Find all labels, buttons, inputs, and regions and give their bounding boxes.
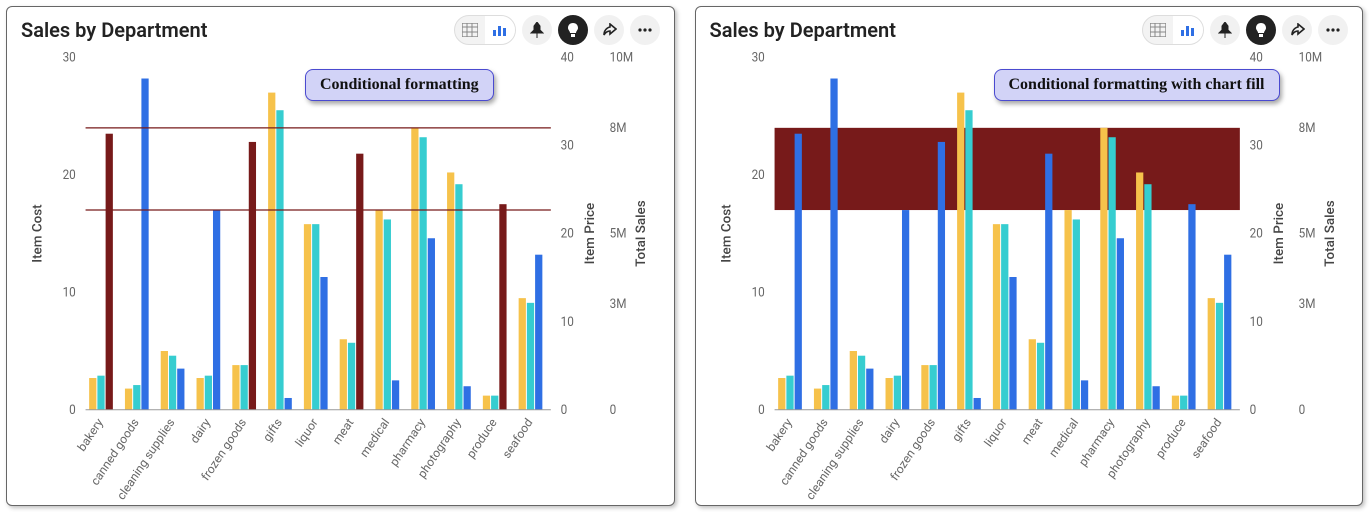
lightbulb-icon — [1255, 22, 1267, 38]
more-icon — [637, 27, 653, 33]
chart-panel-left: Sales by Department — [6, 6, 675, 506]
panel-toolbar — [1142, 15, 1348, 45]
more-button[interactable] — [1318, 15, 1348, 45]
svg-text:seafood: seafood — [1188, 416, 1224, 461]
callout-label: Conditional formatting with chart fill — [994, 69, 1280, 101]
table-icon — [462, 23, 478, 37]
svg-text:gifts: gifts — [260, 416, 285, 445]
pin-button[interactable] — [522, 15, 552, 45]
svg-text:10M: 10M — [1298, 50, 1321, 64]
pin-icon — [1218, 22, 1232, 38]
svg-text:Total Sales: Total Sales — [634, 200, 649, 267]
svg-text:3M: 3M — [1298, 297, 1315, 311]
svg-text:produce: produce — [464, 416, 500, 461]
table-view-button[interactable] — [455, 16, 485, 44]
svg-text:10: 10 — [1249, 314, 1262, 328]
chart-svg: 0 10 20 30 0 10 20 30 40 0 3M 5M 8M 10M Item Cost Item … — [17, 47, 664, 503]
svg-text:dairy: dairy — [187, 415, 213, 446]
svg-text:40: 40 — [561, 50, 574, 64]
bar-chart-icon — [492, 23, 508, 37]
svg-text:seafood: seafood — [500, 416, 536, 461]
svg-text:0: 0 — [561, 403, 568, 417]
svg-text:medical: medical — [1046, 416, 1081, 460]
share-icon — [1289, 23, 1305, 37]
more-button[interactable] — [630, 15, 660, 45]
pin-icon — [530, 22, 544, 38]
svg-text:Total Sales: Total Sales — [1323, 200, 1338, 267]
svg-text:liquor: liquor — [981, 416, 1009, 450]
svg-text:produce: produce — [1152, 416, 1188, 461]
chart-area: Conditional formatting with chart fill 0… — [706, 47, 1353, 503]
svg-text:Item Price: Item Price — [583, 203, 598, 265]
svg-text:10: 10 — [751, 285, 764, 299]
svg-text:30: 30 — [561, 138, 574, 152]
chart-panel-right: Sales by Department — [695, 6, 1364, 506]
svg-text:20: 20 — [1249, 226, 1262, 240]
chart-view-button[interactable] — [485, 16, 515, 44]
svg-text:20: 20 — [751, 168, 764, 182]
svg-text:Item Cost: Item Cost — [719, 204, 734, 263]
panel-title: Sales by Department — [21, 18, 207, 42]
panel-header: Sales by Department — [696, 7, 1363, 47]
panel-title: Sales by Department — [710, 18, 896, 42]
svg-text:10M: 10M — [610, 50, 633, 64]
svg-text:gifts: gifts — [949, 416, 974, 445]
svg-text:0: 0 — [1249, 403, 1256, 417]
svg-text:8M: 8M — [1298, 121, 1315, 135]
svg-text:Item Price: Item Price — [1272, 203, 1287, 265]
chart-svg: 0 10 20 30 0 10 20 30 40 0 3M 5M 8M 10M Item Cost Item … — [706, 47, 1353, 503]
svg-text:bakery: bakery — [763, 415, 794, 454]
svg-text:30: 30 — [751, 50, 764, 64]
insight-button[interactable] — [558, 15, 588, 45]
chart-area: Conditional formatting 01020300102030400… — [17, 47, 664, 503]
table-icon — [1150, 23, 1166, 37]
svg-text:0: 0 — [69, 403, 76, 417]
chart-view-button[interactable] — [1173, 16, 1203, 44]
svg-text:bakery: bakery — [75, 415, 106, 454]
svg-text:10: 10 — [561, 314, 574, 328]
svg-text:30: 30 — [1249, 138, 1262, 152]
svg-text:3M: 3M — [610, 297, 627, 311]
svg-text:0: 0 — [610, 403, 617, 417]
svg-text:20: 20 — [561, 226, 574, 240]
svg-text:5M: 5M — [610, 226, 627, 240]
svg-text:liquor: liquor — [293, 416, 321, 450]
callout-label: Conditional formatting — [305, 69, 494, 101]
svg-text:30: 30 — [63, 50, 76, 64]
pin-button[interactable] — [1210, 15, 1240, 45]
panel-toolbar — [454, 15, 660, 45]
svg-text:8M: 8M — [610, 121, 627, 135]
lightbulb-icon — [567, 22, 579, 38]
insight-button[interactable] — [1246, 15, 1276, 45]
svg-text:dairy: dairy — [876, 415, 902, 446]
svg-text:meat: meat — [1018, 416, 1045, 447]
svg-text:10: 10 — [63, 285, 76, 299]
svg-text:5M: 5M — [1298, 226, 1315, 240]
svg-text:meat: meat — [330, 416, 357, 447]
view-toggle — [1142, 15, 1204, 45]
svg-text:40: 40 — [1249, 50, 1262, 64]
panel-header: Sales by Department — [7, 7, 674, 47]
share-button[interactable] — [594, 15, 624, 45]
bar-chart-icon — [1180, 23, 1196, 37]
share-button[interactable] — [1282, 15, 1312, 45]
more-icon — [1325, 27, 1341, 33]
svg-text:Item Cost: Item Cost — [31, 204, 46, 263]
svg-text:0: 0 — [758, 403, 765, 417]
svg-text:0: 0 — [1298, 403, 1305, 417]
view-toggle — [454, 15, 516, 45]
svg-text:20: 20 — [63, 168, 76, 182]
table-view-button[interactable] — [1143, 16, 1173, 44]
svg-text:medical: medical — [357, 416, 392, 460]
share-icon — [601, 23, 617, 37]
